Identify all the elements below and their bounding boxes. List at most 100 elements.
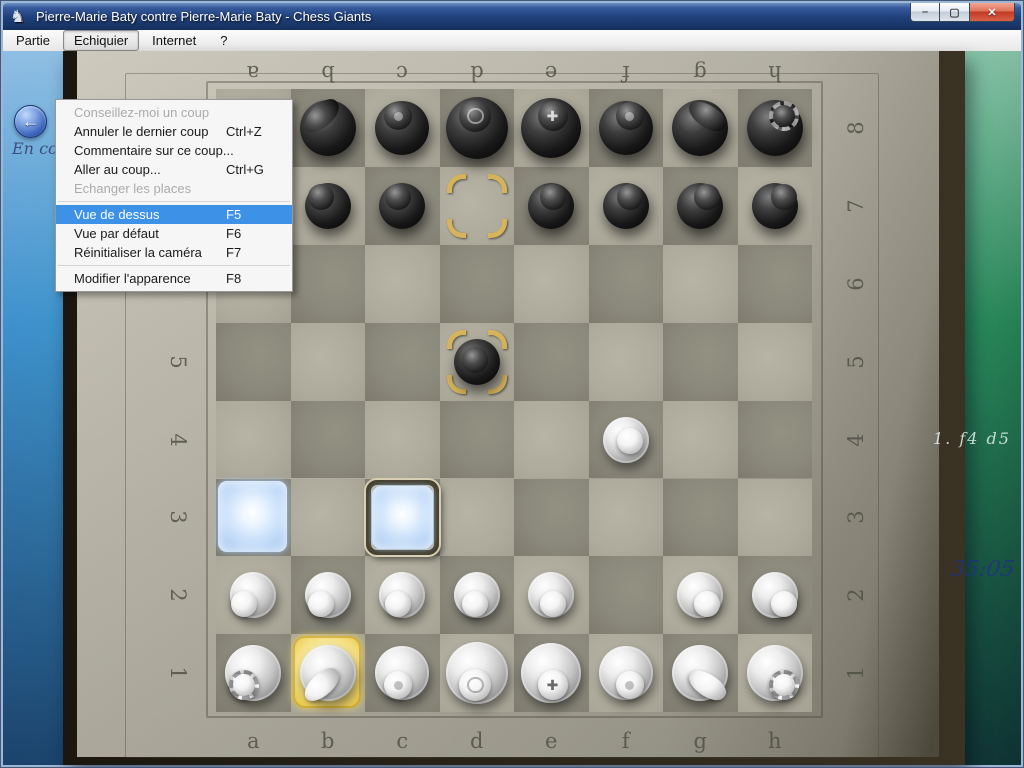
square-f2[interactable] <box>589 556 664 634</box>
piece-white-knight-b1[interactable] <box>300 645 356 701</box>
menu-item-vue-de-dessus[interactable]: Vue de dessusF5 <box>56 205 292 224</box>
square-b6[interactable] <box>291 245 366 323</box>
square-a5[interactable] <box>216 323 291 401</box>
file-label-top-e: e <box>536 59 566 87</box>
square-e6[interactable] <box>514 245 589 323</box>
rank-label-left-2: 2 <box>164 580 192 610</box>
menu-bar: Partie Echiquier Internet ? <box>3 30 1021 52</box>
piece-white-knight-g1[interactable] <box>672 645 728 701</box>
piece-black-king-e8[interactable] <box>521 98 581 158</box>
file-label-bottom-a: a <box>238 727 268 755</box>
piece-white-king-e1[interactable] <box>521 643 581 703</box>
piece-black-rook-h8[interactable] <box>747 100 803 156</box>
app-window: ♞ Pierre-Marie Baty contre Pierre-Marie … <box>0 0 1024 768</box>
piece-black-pawn-f7[interactable] <box>603 183 649 229</box>
piece-black-knight-b8[interactable] <box>300 100 356 156</box>
maximize-button[interactable]: ▢ <box>940 3 970 22</box>
last-move-bracket-d7 <box>488 174 507 193</box>
piece-white-pawn-c2[interactable] <box>379 572 425 618</box>
menu-item-echanger[interactable]: Echanger les places <box>56 179 292 198</box>
square-g5[interactable] <box>663 323 738 401</box>
targeted-move-highlight-c3 <box>366 480 439 556</box>
piece-black-knight-g8[interactable] <box>672 100 728 156</box>
square-a4[interactable] <box>216 401 291 479</box>
square-h4[interactable] <box>738 401 813 479</box>
move-list: 1. f4 d5 <box>933 429 1019 448</box>
menu-item-annuler[interactable]: Annuler le dernier coupCtrl+Z <box>56 122 292 141</box>
menu-item-conseillez[interactable]: Conseillez-moi un coup <box>56 103 292 122</box>
square-g6[interactable] <box>663 245 738 323</box>
legal-move-highlight-c3 <box>372 486 433 550</box>
square-h6[interactable] <box>738 245 813 323</box>
rank-label-right-8: 8 <box>842 113 870 143</box>
piece-white-pawn-f4[interactable] <box>603 417 649 463</box>
menu-item-aller-au-coup[interactable]: Aller au coup...Ctrl+G <box>56 160 292 179</box>
rank-label-right-2: 2 <box>842 580 870 610</box>
menu-item-commentaire[interactable]: Commentaire sur ce coup... <box>56 141 292 160</box>
file-label-bottom-e: e <box>536 727 566 755</box>
piece-black-bishop-f8[interactable] <box>599 101 653 155</box>
square-e5[interactable] <box>514 323 589 401</box>
close-button[interactable]: ✕ <box>970 3 1015 22</box>
piece-white-rook-a1[interactable] <box>225 645 281 701</box>
square-d6[interactable] <box>440 245 515 323</box>
square-b3[interactable] <box>291 479 366 557</box>
square-f3[interactable] <box>589 479 664 557</box>
menu-echiquier[interactable]: Echiquier <box>63 30 139 51</box>
piece-black-pawn-d5[interactable] <box>454 339 500 385</box>
back-button[interactable]: ← <box>14 105 47 138</box>
menu-item-modifier-apparence[interactable]: Modifier l'apparenceF8 <box>56 269 292 288</box>
menu-help[interactable]: ? <box>209 30 238 51</box>
square-c4[interactable] <box>365 401 440 479</box>
square-d3[interactable] <box>440 479 515 557</box>
back-arrow-icon: ← <box>22 112 39 132</box>
piece-black-pawn-b7[interactable] <box>305 183 351 229</box>
square-b5[interactable] <box>291 323 366 401</box>
piece-white-pawn-g2[interactable] <box>677 572 723 618</box>
piece-black-queen-d8[interactable] <box>446 97 508 159</box>
square-c6[interactable] <box>365 245 440 323</box>
piece-black-pawn-h7[interactable] <box>752 183 798 229</box>
piece-white-rook-h1[interactable] <box>747 645 803 701</box>
square-d4[interactable] <box>440 401 515 479</box>
square-f5[interactable] <box>589 323 664 401</box>
piece-black-pawn-e7[interactable] <box>528 183 574 229</box>
piece-white-bishop-c1[interactable] <box>375 646 429 700</box>
menu-internet[interactable]: Internet <box>141 30 207 51</box>
square-g4[interactable] <box>663 401 738 479</box>
piece-black-pawn-c7[interactable] <box>379 183 425 229</box>
piece-black-bishop-c8[interactable] <box>375 101 429 155</box>
square-e3[interactable] <box>514 479 589 557</box>
piece-white-bishop-f1[interactable] <box>599 646 653 700</box>
piece-white-pawn-b2[interactable] <box>305 572 351 618</box>
square-f6[interactable] <box>589 245 664 323</box>
square-h3[interactable] <box>738 479 813 557</box>
rank-label-right-7: 7 <box>842 191 870 221</box>
file-label-top-g: g <box>685 59 715 87</box>
square-b4[interactable] <box>291 401 366 479</box>
piece-white-queen-d1[interactable] <box>446 642 508 704</box>
piece-white-pawn-a2[interactable] <box>230 572 276 618</box>
square-c5[interactable] <box>365 323 440 401</box>
piece-white-pawn-e2[interactable] <box>528 572 574 618</box>
file-label-bottom-f: f <box>611 727 641 755</box>
menu-item-reinitialiser-camera[interactable]: Réinitialiser la caméraF7 <box>56 243 292 262</box>
menu-item-vue-par-defaut[interactable]: Vue par défautF6 <box>56 224 292 243</box>
square-h5[interactable] <box>738 323 813 401</box>
rank-label-left-1: 1 <box>164 658 192 688</box>
board-grid <box>216 89 812 712</box>
title-bar[interactable]: ♞ Pierre-Marie Baty contre Pierre-Marie … <box>3 3 1021 30</box>
piece-white-pawn-d2[interactable] <box>454 572 500 618</box>
menu-partie[interactable]: Partie <box>5 30 61 51</box>
rank-label-right-4: 4 <box>842 425 870 455</box>
rook-head <box>769 670 799 700</box>
square-e4[interactable] <box>514 401 589 479</box>
rank-label-right-5: 5 <box>842 347 870 377</box>
minimize-button[interactable]: – <box>910 3 940 22</box>
king-head <box>538 101 568 131</box>
piece-white-pawn-h2[interactable] <box>752 572 798 618</box>
square-g3[interactable] <box>663 479 738 557</box>
piece-black-pawn-g7[interactable] <box>677 183 723 229</box>
pawn-head <box>231 591 257 617</box>
file-label-top-d: d <box>462 59 492 87</box>
